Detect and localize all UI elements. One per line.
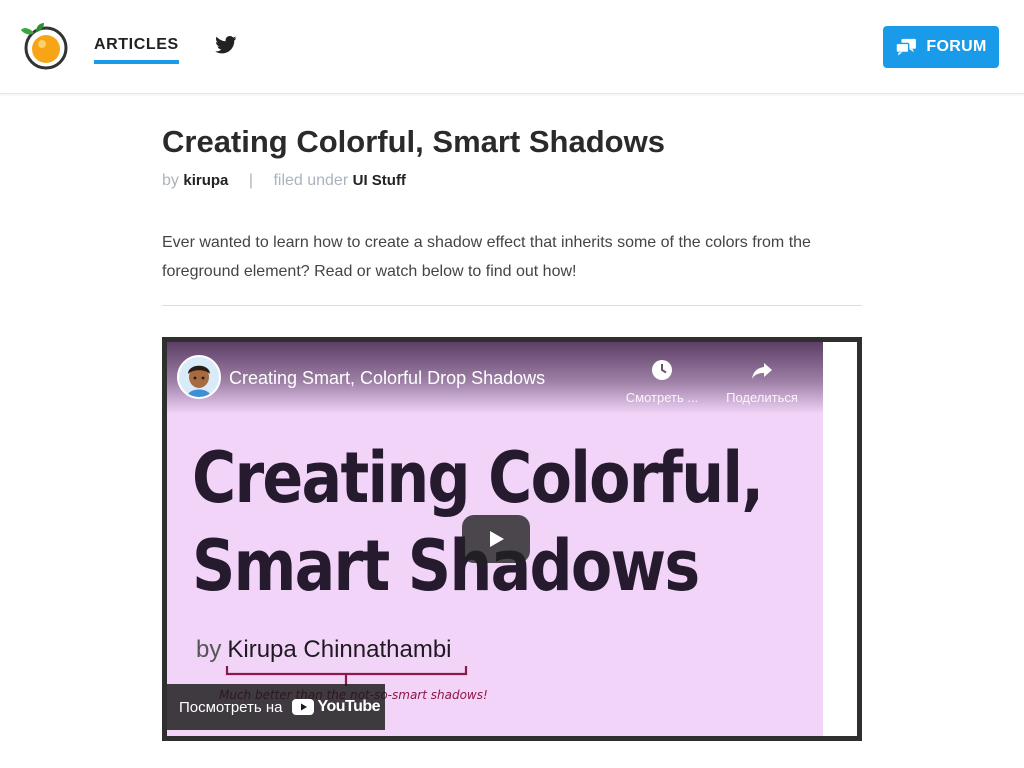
channel-avatar[interactable] [177,355,221,399]
author-link[interactable]: kirupa [183,172,228,189]
watch-on-youtube-button[interactable]: Посмотреть на YouTube [167,684,385,730]
video-thumbnail[interactable]: Creating Colorful, Smart Shadows by Kirup… [167,342,823,736]
by-label: by [162,172,179,189]
thumbnail-heading-line1: Creating Colorful, [192,437,764,519]
share-button[interactable]: Поделиться [717,358,807,405]
nav-articles[interactable]: ARTICLES [94,36,179,64]
site-header: ARTICLES FORUM [0,0,1024,94]
article-intro: Ever wanted to learn how to create a sha… [162,234,811,280]
share-label: Поделиться [726,390,798,405]
thumbnail-author: Kirupa Chinnathambi [227,636,452,663]
youtube-wordmark: YouTube [317,698,381,715]
forum-chat-icon [895,38,917,56]
youtube-logo: YouTube [292,698,381,716]
article-title: Creating Colorful, Smart Shadows [162,124,665,159]
byline-separator: | [248,172,253,189]
share-icon [752,363,772,379]
thumbnail-by-label: by [196,636,222,663]
watch-on-label: Посмотреть на [179,698,283,716]
category-link[interactable]: UI Stuff [353,172,406,189]
video-player[interactable]: Creating Colorful, Smart Shadows by Kirup… [167,342,857,736]
clock-icon [652,360,672,380]
thumbnail-byline: by Kirupa Chinnathambi [196,636,452,664]
kirupa-logo[interactable] [18,20,70,72]
forum-button[interactable]: FORUM [883,26,999,68]
play-button[interactable] [462,515,530,563]
video-title[interactable]: Creating Smart, Colorful Drop Shadows [229,368,545,389]
play-icon [490,531,504,547]
avatar-icon [179,357,219,397]
filed-under-label: filed under [273,172,349,189]
byline: by kirupa | filed under UI Stuff [162,172,406,190]
watch-later-button[interactable]: Смотреть ... [617,358,707,405]
youtube-play-icon [292,699,315,715]
forum-button-label: FORUM [926,38,987,55]
watch-later-label: Смотреть ... [625,390,699,405]
video-embed[interactable]: Creating Colorful, Smart Shadows by Kirup… [162,337,862,741]
divider [162,305,862,306]
twitter-icon[interactable] [215,36,237,54]
